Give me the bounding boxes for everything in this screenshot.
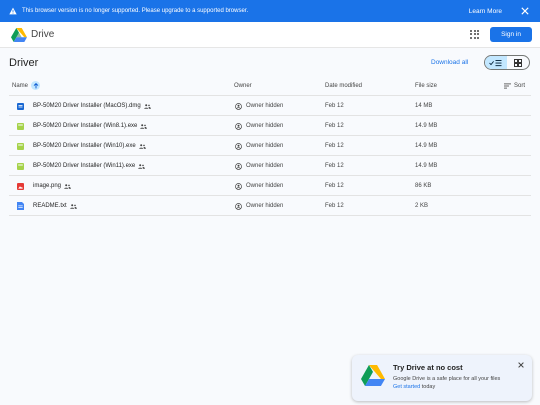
text-file-icon [17,196,24,216]
shared-people-icon [143,103,151,109]
file-row[interactable]: README.txt Owner hidden Feb 12 2 KB [9,196,531,216]
file-name: image.png [33,183,62,189]
date-modified-cell: Feb 12 [325,123,344,129]
column-header-date-modified: Date modified [325,82,363,89]
file-row[interactable]: BP-50M20 Driver Installer (Win10).exe Own… [9,136,531,156]
file-name-cell: README.txt [33,196,77,216]
grid-view-button[interactable] [507,56,529,69]
file-name: BP-50M20 Driver Installer (Win10).exe [33,143,136,149]
file-size-cell: 14.9 MB [415,163,438,169]
file-row[interactable]: BP-50M20 Driver Installer (MacOS).dmg Own… [9,96,531,116]
promo-description: Google Drive is a safe place for all you… [393,376,501,382]
shared-people-icon [140,123,148,129]
file-name: README.txt [33,203,67,209]
date-modified-cell: Feb 12 [325,203,344,209]
date-modified-cell: Feb 12 [325,103,344,109]
account-circle-icon [235,102,242,110]
shared-people-icon [138,143,146,149]
promo-title: Try Drive at no cost [393,363,463,372]
file-size-cell: 14 MB [415,103,433,109]
app-header: Drive Sign in [0,22,540,48]
sort-label: Sort [514,82,526,89]
column-header-name-label: Name [12,82,29,89]
file-name-cell: BP-50M20 Driver Installer (Win10).exe [33,136,146,156]
file-name-cell: BP-50M20 Driver Installer (MacOS).dmg [33,96,151,116]
owner-name: Owner hidden [246,103,284,109]
list-view-icon [489,59,502,66]
download-all-button[interactable]: Download all [431,59,468,66]
file-size-cell: 2 KB [415,203,429,209]
arrow-up-icon[interactable] [31,81,41,90]
file-row[interactable]: BP-50M20 Driver Installer (Win11).exe Own… [9,156,531,176]
shared-people-icon [64,183,71,189]
list-view-button[interactable] [485,56,507,69]
owner-name: Owner hidden [246,183,284,189]
drive-logo-icon[interactable] [11,27,27,42]
file-name: BP-50M20 Driver Installer (MacOS).dmg [33,103,141,109]
account-circle-icon [235,162,242,170]
learn-more-link[interactable]: Learn More [469,8,502,15]
apps-grid-icon[interactable] [470,29,480,40]
shared-people-icon [138,163,146,169]
get-started-link[interactable]: Get started [393,384,420,390]
file-name: BP-50M20 Driver Installer (Win8.1).exe [33,123,138,129]
grid-view-icon [514,58,522,67]
account-circle-icon [235,122,242,130]
file-name-cell: image.png [33,176,71,196]
account-circle-icon [235,182,242,190]
close-icon[interactable] [517,361,525,369]
exe-file-icon [17,156,24,176]
image-file-icon [17,176,24,196]
date-modified-cell: Feb 12 [325,143,344,149]
column-header-file-size: File size [415,82,438,89]
owner-name: Owner hidden [246,163,284,169]
banner-message: This browser version is no longer suppor… [22,8,249,14]
file-size-cell: 14.9 MB [415,123,438,129]
close-icon[interactable] [520,6,530,16]
dmg-file-icon [17,96,24,116]
account-circle-icon [235,202,242,210]
owner-cell: Owner hidden [235,176,283,196]
exe-file-icon [17,136,24,156]
file-row[interactable]: image.png Owner hidden Feb 12 86 KB [9,176,531,196]
owner-cell: Owner hidden [235,156,283,176]
owner-name: Owner hidden [246,143,284,149]
sign-in-button[interactable]: Sign in [490,27,532,42]
file-size-cell: 14.9 MB [415,143,438,149]
drive-logo-icon [361,365,385,386]
file-row[interactable]: BP-50M20 Driver Installer (Win8.1).exe Ow… [9,116,531,136]
file-size-cell: 86 KB [415,183,432,189]
unsupported-browser-banner: This browser version is no longer suppor… [0,0,540,22]
shared-people-icon [69,203,77,209]
promo-cta: Get started today [393,384,435,390]
date-modified-cell: Feb 12 [325,163,344,169]
promo-cta-suffix: today [420,384,436,390]
owner-cell: Owner hidden [235,196,283,216]
owner-name: Owner hidden [246,123,284,129]
owner-cell: Owner hidden [235,96,283,116]
file-name-cell: BP-50M20 Driver Installer (Win11).exe [33,156,146,176]
account-circle-icon [235,142,242,150]
owner-cell: Owner hidden [235,136,283,156]
date-modified-cell: Feb 12 [325,183,344,189]
page-title: Driver [9,57,39,69]
view-toggle [484,55,530,70]
try-drive-promo: Try Drive at no cost Google Drive is a s… [352,355,532,401]
warning-icon [8,6,18,16]
owner-name: Owner hidden [246,203,284,209]
exe-file-icon [17,116,24,136]
file-name-cell: BP-50M20 Driver Installer (Win8.1).exe [33,116,148,136]
app-brand: Drive [31,29,55,40]
sort-icon [504,83,511,89]
file-name: BP-50M20 Driver Installer (Win11).exe [33,163,136,169]
owner-cell: Owner hidden [235,116,283,136]
sort-button[interactable]: Sort [504,80,525,91]
column-header-owner: Owner [234,82,252,89]
column-header-name[interactable]: Name [12,80,41,91]
